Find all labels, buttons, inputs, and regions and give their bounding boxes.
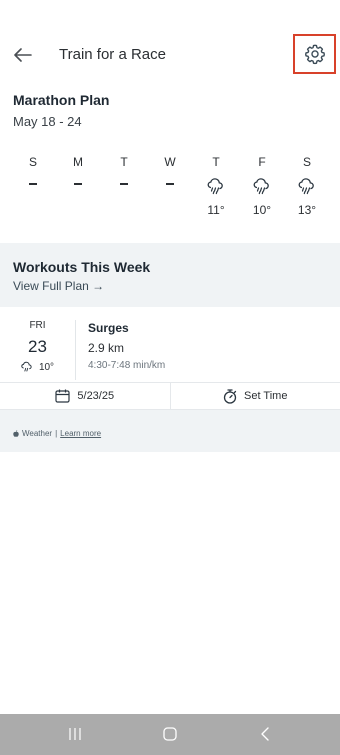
day-column: F 10° <box>239 155 285 217</box>
day-letter: W <box>164 155 176 169</box>
no-workout-dash <box>74 183 82 185</box>
day-letter: T <box>120 155 128 169</box>
day-column: S 13° <box>284 155 330 217</box>
plan-dates: May 18 - 24 <box>13 114 82 129</box>
back-button[interactable] <box>10 42 36 68</box>
system-navigation-bar <box>0 714 340 755</box>
stopwatch-icon <box>223 388 237 404</box>
workout-name: Surges <box>88 321 129 335</box>
view-full-plan-link[interactable]: View Full Plan → <box>13 279 104 293</box>
date-button[interactable]: 5/23/25 <box>0 383 170 409</box>
arrow-left-icon <box>14 48 32 62</box>
attribution-text: Weather | Learn more <box>13 429 101 438</box>
back-nav-button[interactable] <box>250 722 280 746</box>
divider <box>75 320 76 380</box>
workout-distance: 2.9 km <box>88 341 125 355</box>
workout-weekday: FRI <box>29 320 46 331</box>
no-workout-dash <box>166 183 174 185</box>
weather-label: Weather <box>22 429 53 438</box>
day-temperature: 11° <box>207 203 225 217</box>
workout-actions: 5/23/25 Set Time <box>0 382 340 410</box>
rain-cloud-icon <box>239 177 285 195</box>
day-letter: F <box>258 155 266 169</box>
app-header: Train for a Race <box>0 30 340 80</box>
weather-attribution: Weather | Learn more <box>0 410 340 452</box>
workout-weather: 10° <box>0 361 75 373</box>
day-letter: T <box>212 155 220 169</box>
workout-day: FRI 23 10° <box>0 320 75 373</box>
plan-title: Marathon Plan <box>13 92 110 108</box>
day-column: T 11° <box>193 155 239 217</box>
day-column: S <box>10 155 56 185</box>
calendar-icon <box>55 389 70 403</box>
gear-icon <box>304 44 325 65</box>
week-days-row: S M T W T 11° F 10° S 13° <box>10 155 330 225</box>
settings-button[interactable] <box>293 34 336 74</box>
workouts-section: Workouts This Week View Full Plan → <box>0 243 340 307</box>
workout-date: 23 <box>28 337 47 356</box>
apple-icon <box>13 430 19 437</box>
home-icon <box>163 727 177 741</box>
set-time-button[interactable]: Set Time <box>169 383 340 409</box>
day-letter: S <box>302 155 311 169</box>
workout-info: Surges 2.9 km 4:30-7:48 min/km <box>88 321 165 371</box>
rain-cloud-icon <box>193 177 239 195</box>
no-workout-dash <box>120 183 128 185</box>
date-button-label: 5/23/25 <box>77 390 115 402</box>
recent-apps-icon <box>69 728 81 740</box>
day-temperature: 10° <box>252 203 272 217</box>
day-letter: M <box>73 155 83 169</box>
rain-cloud-icon <box>21 361 32 372</box>
chevron-left-icon <box>261 727 269 741</box>
day-column: W <box>147 155 193 185</box>
learn-more-link[interactable]: Learn more <box>60 429 101 438</box>
workout-pace: 4:30-7:48 min/km <box>88 360 166 371</box>
day-temperature: 13° <box>297 203 317 217</box>
home-button[interactable] <box>155 722 185 746</box>
no-workout-dash <box>29 183 37 185</box>
separator: | <box>55 429 58 438</box>
recent-apps-button[interactable] <box>60 722 90 746</box>
day-letter: S <box>28 155 37 169</box>
day-column: M <box>55 155 101 185</box>
workouts-title: Workouts This Week <box>13 259 151 275</box>
workout-temperature: 10° <box>38 361 55 373</box>
day-column: T <box>101 155 147 185</box>
page-title: Train for a Race <box>59 46 166 63</box>
rain-cloud-icon <box>284 177 330 195</box>
set-time-label: Set Time <box>244 390 288 402</box>
